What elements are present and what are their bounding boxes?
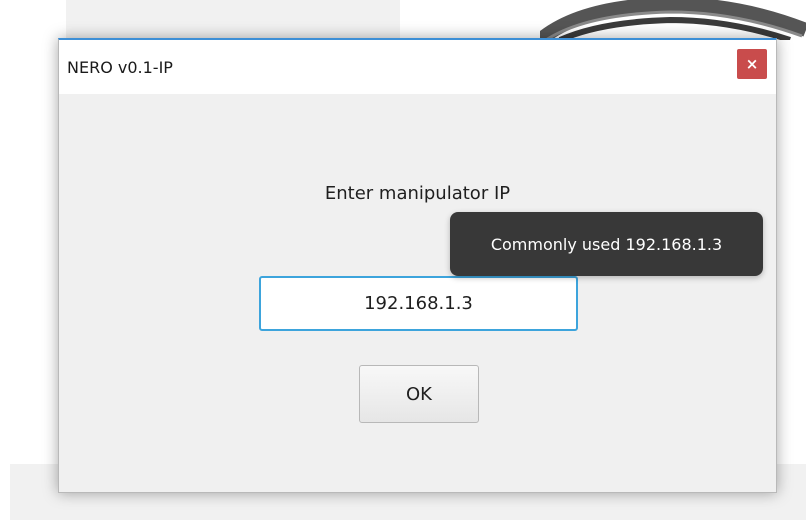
dialog-title: NERO v0.1-IP: [67, 58, 173, 77]
ok-button[interactable]: OK: [359, 365, 479, 423]
tooltip-text: Commonly used 192.168.1.3: [490, 234, 723, 254]
ip-address-input[interactable]: [259, 276, 578, 331]
close-icon: ×: [745, 54, 759, 73]
dialog-titlebar[interactable]: NERO v0.1-IP ×: [59, 40, 776, 94]
ip-hint-tooltip: Commonly used 192.168.1.3: [450, 212, 763, 276]
background-app-panel: [66, 0, 400, 40]
background-robot-graphic: [540, 0, 806, 40]
prompt-label: Enter manipulator IP: [324, 183, 511, 204]
close-button[interactable]: ×: [737, 49, 767, 79]
desktop-stage: NERO v0.1-IP × Enter manipulator IP OK C…: [0, 0, 806, 520]
